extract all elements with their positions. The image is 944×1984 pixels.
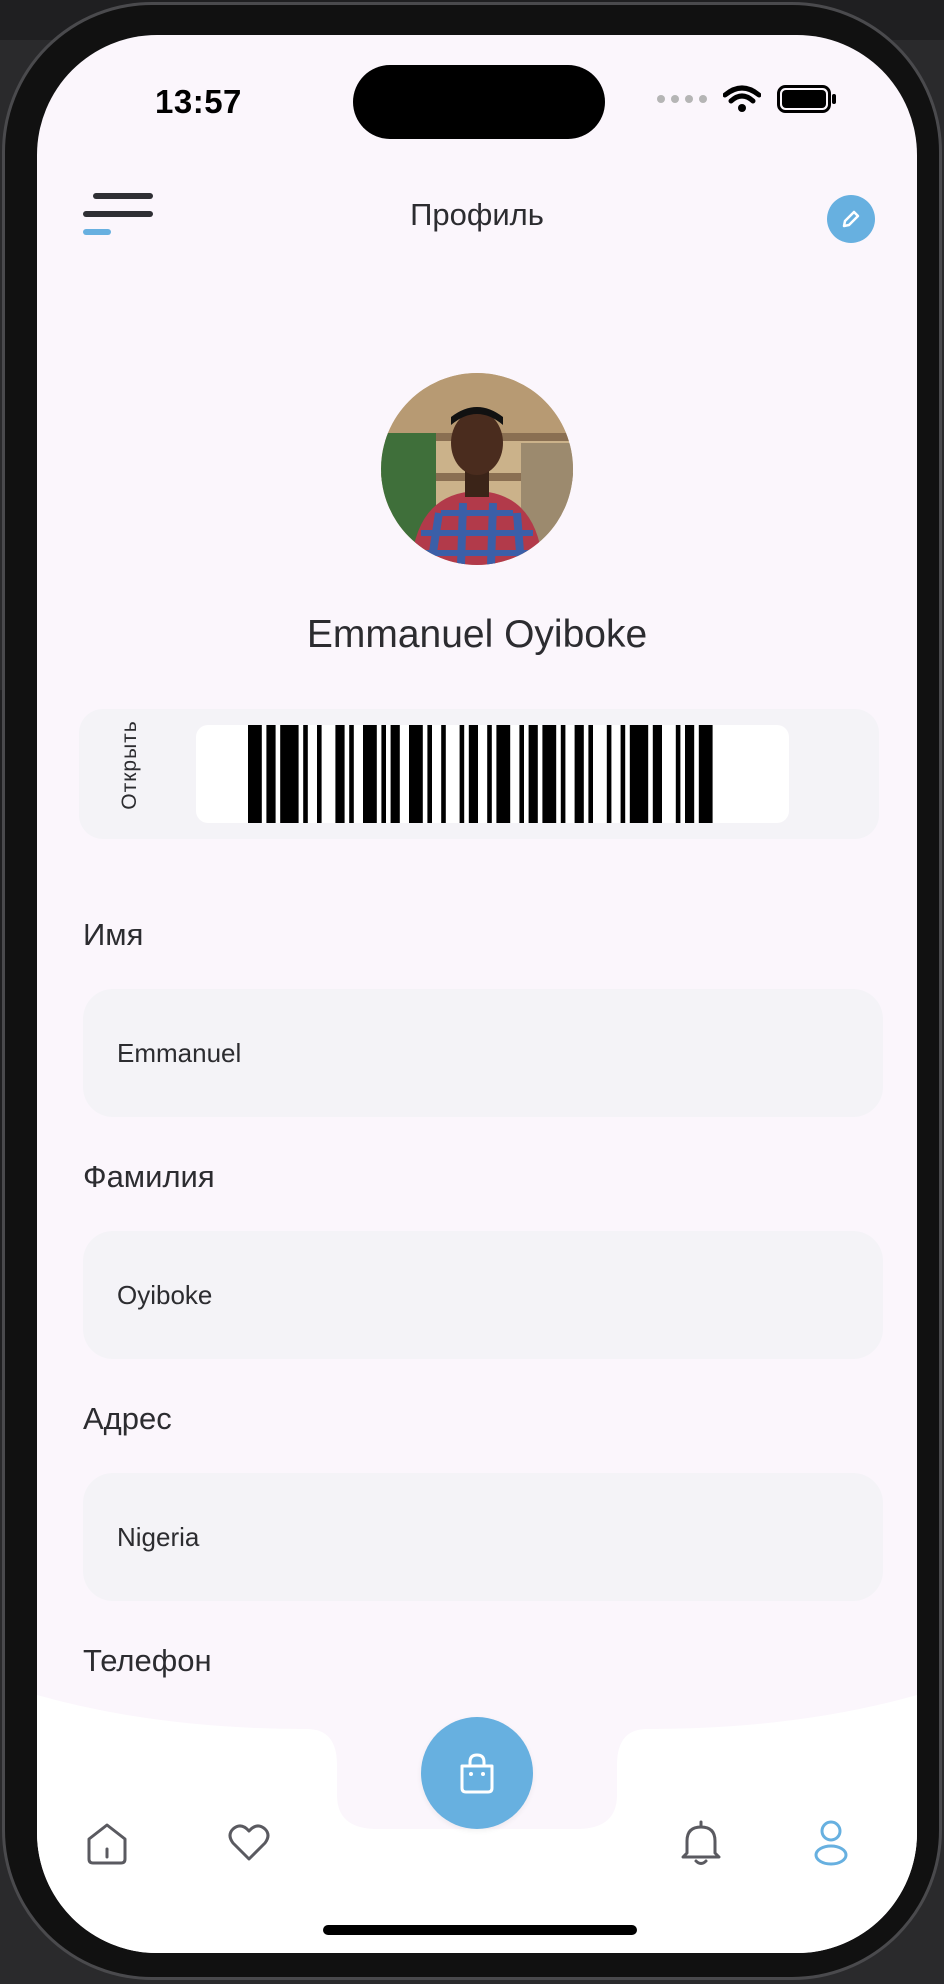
barcode-bar: [390, 725, 400, 823]
app-screen: 13:57 Профиль Emmanuel Oyiboke Открыть И…: [37, 35, 917, 1953]
address-field[interactable]: Nigeria: [83, 1473, 883, 1601]
barcode-bar: [335, 725, 345, 823]
edit-button[interactable]: [827, 195, 875, 243]
profile-photo: [381, 373, 573, 565]
barcode-bar: [652, 725, 662, 823]
barcode-bar: [496, 725, 511, 823]
barcode-bar: [363, 725, 377, 823]
user-icon: [814, 1820, 848, 1866]
address-value: Nigeria: [117, 1521, 200, 1552]
cellular-signal-icon: [657, 95, 707, 103]
address-label: Адрес: [83, 1401, 172, 1436]
barcode-bar: [560, 725, 566, 823]
barcode-bar: [317, 725, 322, 823]
nav-home[interactable]: [83, 1819, 131, 1872]
avatar[interactable]: [381, 373, 573, 565]
barcode-bar: [459, 725, 465, 823]
last-name-field[interactable]: Oyiboke: [83, 1231, 883, 1359]
open-card-label[interactable]: Открыть: [118, 716, 142, 814]
status-time: 13:57: [155, 83, 242, 120]
loyalty-card[interactable]: Открыть: [79, 709, 879, 839]
home-indicator: [323, 1925, 637, 1935]
barcode-bar: [620, 725, 626, 823]
barcode-bar: [606, 725, 612, 823]
barcode-bar: [698, 725, 713, 823]
first-name-label: Имя: [83, 917, 144, 952]
bag-icon: [460, 1753, 494, 1794]
barcode: [196, 725, 789, 823]
barcode-bar: [528, 725, 538, 823]
bell-icon: [681, 1820, 721, 1865]
pencil-icon: [842, 210, 860, 228]
cart-button[interactable]: [421, 1717, 533, 1829]
battery-icon: [777, 85, 836, 113]
barcode-bar: [519, 725, 524, 823]
barcode-bar: [685, 725, 695, 823]
barcode-bar: [574, 725, 584, 823]
barcode-bar: [487, 725, 492, 823]
barcode-bar: [427, 725, 432, 823]
last-name-label: Фамилия: [83, 1159, 215, 1194]
barcode-bar: [542, 725, 557, 823]
barcode-bar: [303, 725, 308, 823]
first-name-value: Emmanuel: [117, 1037, 242, 1068]
barcode-bar: [266, 725, 276, 823]
nav-profile[interactable]: [813, 1819, 849, 1872]
barcode-bar: [588, 725, 593, 823]
page-title: Профиль: [410, 197, 544, 232]
status-icons: [657, 85, 837, 113]
barcode-bar: [468, 725, 478, 823]
first-name-field[interactable]: Emmanuel: [83, 989, 883, 1117]
dynamic-island: [353, 65, 605, 139]
barcode-bar: [409, 725, 423, 823]
user-name: Emmanuel Oyiboke: [306, 613, 648, 656]
barcode-bar: [629, 725, 649, 823]
home-icon: [87, 1823, 127, 1865]
heart-icon: [228, 1824, 270, 1861]
barcode-bar: [441, 725, 446, 823]
phone-frame: 13:57 Профиль Emmanuel Oyiboke Открыть И…: [2, 2, 942, 1980]
barcode-bar: [248, 725, 262, 823]
barcode-bar: [280, 725, 299, 823]
phone-label: Телефон: [83, 1643, 212, 1678]
barcode-bar: [381, 725, 386, 823]
barcode-bar: [675, 725, 681, 823]
barcode-image: [248, 725, 713, 823]
wifi-icon: [723, 85, 761, 112]
last-name-value: Oyiboke: [117, 1279, 213, 1310]
nav-favorites[interactable]: [227, 1823, 271, 1868]
nav-notifications[interactable]: [681, 1819, 721, 1872]
barcode-bar: [349, 725, 354, 823]
